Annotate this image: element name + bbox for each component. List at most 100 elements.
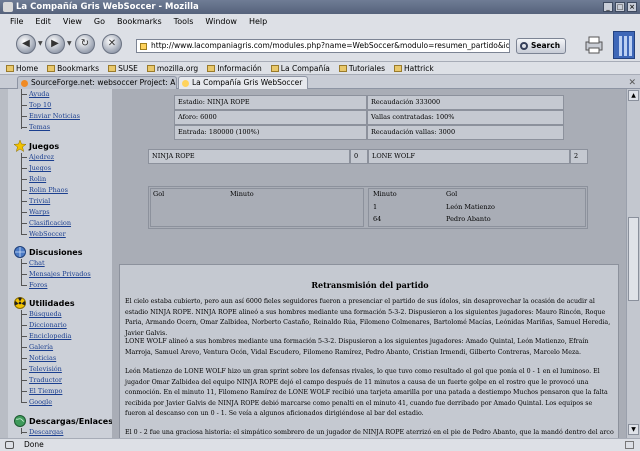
- sidebar-section-descargas: Descargas/Enlaces: [29, 417, 112, 426]
- away-goal-player: Pedro Abanto: [446, 215, 491, 223]
- window-titlebar: La Compañía Gris WebSoccer - Mozilla _ □…: [0, 0, 640, 14]
- folder-icon: [393, 65, 402, 72]
- sidebar-link-galeria[interactable]: Galería: [29, 343, 53, 351]
- sidebar-link-chat[interactable]: Chat: [29, 259, 45, 267]
- tab-webscoccer[interactable]: La Compañía Gris WebSoccer: [178, 76, 308, 89]
- scroll-down-icon[interactable]: ▼: [628, 424, 639, 435]
- page-scrollbar[interactable]: ▲ ▼: [626, 89, 640, 438]
- window-controls: _ □ ×: [603, 2, 637, 12]
- minimize-button[interactable]: _: [603, 2, 613, 12]
- folder-icon: [338, 65, 347, 72]
- menu-edit[interactable]: Edit: [35, 17, 51, 26]
- downloads-globe-icon: [14, 415, 26, 427]
- sidebar-link-enviar-noticias[interactable]: Enviar Noticias: [29, 112, 80, 120]
- scroll-thumb[interactable]: [628, 217, 639, 301]
- sidebar-link-traductor[interactable]: Traductor: [29, 376, 62, 384]
- sidebar-link-television[interactable]: Televisión: [29, 365, 62, 373]
- star-icon: [14, 140, 26, 152]
- sidebar-link-noticias[interactable]: Noticias: [29, 354, 56, 362]
- ads-cell: Vallas contratadas: 100%: [367, 110, 564, 125]
- back-dropdown-icon[interactable]: ▼: [38, 40, 43, 47]
- home-goals-header-minute: Minuto: [230, 190, 254, 198]
- sidebar-link-google[interactable]: Google: [29, 398, 52, 406]
- bookmark-informacion[interactable]: Información: [207, 64, 262, 73]
- forward-dropdown-icon[interactable]: ▼: [67, 40, 72, 47]
- sidebar-link-diccionario[interactable]: Diccionario: [29, 321, 67, 329]
- report-paragraph: León Matienzo de LONE WOLF hizo un gran …: [125, 368, 608, 417]
- away-goals-header-minute: Minuto: [373, 190, 397, 198]
- sidebar-link-temas[interactable]: Temas: [29, 123, 50, 131]
- home-goals-header-goal: Gol: [153, 190, 165, 198]
- away-goal-minute: 1: [373, 203, 378, 211]
- sidebar-link-juegos[interactable]: Juegos: [29, 164, 51, 172]
- report-title: Retransmisión del partido: [311, 280, 429, 290]
- folder-icon: [270, 65, 279, 72]
- print-icon[interactable]: [583, 34, 605, 56]
- bookmark-suse[interactable]: SUSE: [108, 64, 138, 73]
- menu-go[interactable]: Go: [94, 17, 105, 26]
- ticket-cell: Entrada: 180000 (100%): [174, 125, 367, 140]
- sidebar-scroll-track[interactable]: [0, 89, 8, 438]
- mozilla-icon: [3, 2, 13, 12]
- sidebar-link-descargas[interactable]: Descargas: [29, 428, 63, 436]
- bookmark-hattrick[interactable]: Hattrick: [393, 64, 434, 73]
- away-goal-player: León Matienzo: [446, 203, 495, 211]
- maximize-button[interactable]: □: [615, 2, 625, 12]
- url-bar[interactable]: http://www.lacompaniagris.com/modules.ph…: [136, 39, 510, 53]
- attendance-cell: Aforo: 6000: [174, 110, 367, 125]
- sidebar-link-rolin[interactable]: Rolin: [29, 175, 46, 183]
- radiation-icon: [14, 297, 26, 309]
- back-button[interactable]: ◀: [16, 34, 36, 54]
- sidebar-link-enciclopedia[interactable]: Enciclopedia: [29, 332, 71, 340]
- sidebar-link-rolin-phaos[interactable]: Rolin Phaos: [29, 186, 68, 194]
- bookmark-home[interactable]: Home: [6, 64, 38, 73]
- close-tab-icon[interactable]: ✕: [628, 78, 636, 88]
- close-window-button[interactable]: ×: [627, 2, 637, 12]
- home-score-cell: 0: [350, 149, 368, 164]
- search-icon: [520, 42, 528, 50]
- bookmark-bookmarks[interactable]: Bookmarks: [47, 64, 99, 73]
- sidebar-link-clasificacion[interactable]: Clasificacion: [29, 219, 71, 227]
- menu-window[interactable]: Window: [205, 17, 237, 26]
- menu-tools[interactable]: Tools: [174, 17, 194, 26]
- forward-button[interactable]: ▶: [45, 34, 65, 54]
- match-report: Retransmisión del partido El cielo estab…: [119, 264, 619, 438]
- throbber-icon: [613, 31, 635, 59]
- sidebar-link-ajedrez[interactable]: Ajedrez: [29, 153, 54, 161]
- connection-icon: [5, 441, 14, 449]
- bookmark-mozilla[interactable]: mozilla.org: [146, 64, 198, 73]
- webscoccer-favicon-icon: [182, 80, 189, 87]
- sidebar-link-trivial[interactable]: Trivial: [29, 197, 50, 205]
- menu-bookmarks[interactable]: Bookmarks: [117, 17, 162, 26]
- reload-button[interactable]: ↻: [75, 34, 95, 54]
- report-paragraph: El 0 - 2 fue una graciosa historia: el s…: [125, 429, 614, 436]
- away-score-cell: 2: [570, 149, 588, 164]
- bookmark-la-compania[interactable]: La Compañía: [270, 64, 330, 73]
- stop-button[interactable]: ✕: [102, 34, 122, 54]
- scroll-up-icon[interactable]: ▲: [628, 90, 639, 101]
- sidebar-link-websoccer[interactable]: WebSoccer: [29, 230, 66, 238]
- sidebar-link-warps[interactable]: Warps: [29, 208, 50, 216]
- suse-icon: [108, 65, 117, 72]
- sidebar-link-mensajes-privados[interactable]: Mensajes Privados: [29, 270, 91, 278]
- search-button[interactable]: Search: [516, 38, 566, 54]
- sidebar-link-el-tiempo[interactable]: El Tiempo: [29, 387, 62, 395]
- tab-bar: SourceForge.net: websoccer Project: A...…: [0, 75, 640, 89]
- sidebar-link-ayuda[interactable]: Ayuda: [29, 90, 49, 98]
- sidebar-link-busqueda[interactable]: Búsqueda: [29, 310, 62, 318]
- mozilla-bookmark-icon: [146, 65, 155, 72]
- menu-view[interactable]: View: [63, 17, 82, 26]
- bookmarks-toolbar: Home Bookmarks SUSE mozilla.org Informac…: [0, 62, 640, 75]
- tab-sourceforge[interactable]: SourceForge.net: websoccer Project: A...: [17, 76, 177, 89]
- sidebar-link-foros[interactable]: Foros: [29, 281, 47, 289]
- menu-help[interactable]: Help: [249, 17, 267, 26]
- sidebar-section-juegos: Juegos: [29, 142, 60, 151]
- bookmark-tutoriales[interactable]: Tutoriales: [338, 64, 385, 73]
- menu-file[interactable]: File: [10, 17, 23, 26]
- search-button-label: Search: [531, 41, 561, 50]
- sidebar-section-discusiones: Discusiones: [29, 248, 83, 257]
- navigation-toolbar: ◀ ▼ ▶ ▼ ↻ ✕ http://www.lacompaniagris.co…: [0, 28, 640, 62]
- stadium-cell: Estadio: NINJA ROPE: [174, 95, 367, 110]
- sidebar-link-top10[interactable]: Top 10: [29, 101, 51, 109]
- sourceforge-favicon-icon: [21, 80, 28, 87]
